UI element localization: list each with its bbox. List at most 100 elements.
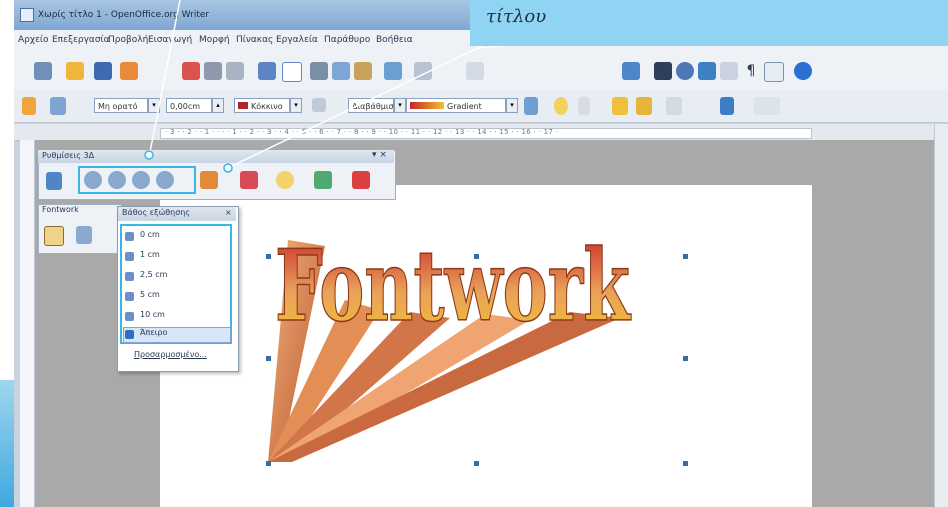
extrusion-toggle-icon[interactable]: [46, 172, 62, 190]
callout-text: τίτλου: [486, 6, 547, 27]
depth-option-icon: [125, 312, 134, 321]
menu-view[interactable]: Προβολή: [108, 35, 148, 45]
ungroup-icon[interactable]: [636, 97, 652, 115]
anchor-hand-icon[interactable]: [22, 97, 36, 115]
selection-handle[interactable]: [266, 254, 271, 259]
depth-option-icon: [125, 252, 134, 261]
depth-option-icon: [125, 232, 134, 241]
depth-icon[interactable]: [200, 171, 218, 189]
undo-icon[interactable]: [414, 62, 432, 80]
format-paintbrush-icon[interactable]: [384, 62, 402, 80]
redo-icon[interactable]: [466, 62, 484, 80]
print-preview-icon[interactable]: [226, 62, 244, 80]
standard-toolbar: ¶: [14, 52, 948, 90]
paste-icon[interactable]: [354, 62, 372, 80]
vertical-ruler: [20, 140, 35, 507]
fontwork-toolbar-title: Fontwork: [42, 205, 79, 214]
vertical-scrollbar[interactable]: [934, 124, 948, 507]
3d-color-icon[interactable]: [352, 171, 370, 189]
alignment-icon[interactable]: [754, 97, 780, 115]
email-icon[interactable]: [120, 62, 138, 80]
new-folder-icon[interactable]: [66, 62, 84, 80]
line-icon[interactable]: [50, 97, 66, 115]
cut-icon[interactable]: [310, 62, 328, 80]
export-pdf-icon[interactable]: [182, 62, 200, 80]
selection-handle[interactable]: [266, 356, 271, 361]
menu-format[interactable]: Μορφή: [199, 35, 230, 45]
zoom-icon[interactable]: [764, 62, 784, 82]
spellcheck-icon[interactable]: [258, 62, 276, 80]
depth-options-highlight: [120, 224, 232, 344]
group-icon[interactable]: [612, 97, 628, 115]
gallery-icon[interactable]: [698, 62, 716, 80]
autospell-icon[interactable]: [282, 62, 302, 82]
ruler-numbers: · 3 · · 2 · · 1 · · · · 1 · · 2 · · 3 · …: [165, 128, 559, 136]
lighting-icon[interactable]: [276, 171, 294, 189]
wrap-icon[interactable]: [666, 97, 682, 115]
depth-option-5cm[interactable]: 5 cm: [140, 290, 160, 299]
help-icon[interactable]: [794, 62, 812, 80]
area-icon[interactable]: [312, 98, 326, 112]
shadow-icon[interactable]: [524, 97, 538, 115]
tilt-buttons-highlight: [78, 166, 196, 194]
anchor-icon[interactable]: [720, 97, 734, 115]
find-replace-icon[interactable]: [654, 62, 672, 80]
copy-icon[interactable]: [332, 62, 350, 80]
line-color-dropdown-arrow[interactable]: ▾: [290, 98, 302, 113]
depth-option-0cm[interactable]: 0 cm: [140, 230, 160, 239]
data-sources-icon[interactable]: [720, 62, 738, 80]
3d-toolbar-title: Ρυθμίσεις 3Δ: [42, 151, 95, 160]
bring-front-icon[interactable]: [578, 97, 590, 115]
decorative-blue-band: [0, 380, 14, 507]
area-style-dropdown-arrow[interactable]: ▾: [394, 98, 406, 113]
fontwork-gallery-icon[interactable]: [44, 226, 64, 246]
navigator-icon[interactable]: [676, 62, 694, 80]
fontwork-object[interactable]: Fontwork: [150, 200, 750, 490]
window-title: Χωρίς τίτλο 1 - OpenOffice.org Writer: [38, 10, 210, 20]
depth-popup-close-button[interactable]: ×: [225, 208, 232, 217]
menu-window[interactable]: Παράθυρο: [324, 35, 370, 45]
menu-edit[interactable]: Επεξεργασία: [52, 35, 110, 45]
print-icon[interactable]: [204, 62, 222, 80]
depth-option-1cm[interactable]: 1 cm: [140, 250, 160, 259]
menu-tools[interactable]: Εργαλεία: [276, 35, 318, 45]
line-width-input[interactable]: 0,00cm: [166, 98, 212, 113]
menu-insert[interactable]: Εισαγωγή: [148, 35, 192, 45]
line-style-dropdown-arrow[interactable]: ▾: [148, 98, 160, 113]
depth-option-custom[interactable]: Προσαρμοσμένο...: [134, 350, 207, 359]
direction-icon[interactable]: [240, 171, 258, 189]
fontwork-text: Fontwork: [275, 229, 631, 344]
area-style-select[interactable]: Διαβάθμιση: [348, 98, 399, 113]
selection-handle[interactable]: [683, 254, 688, 259]
selection-handle[interactable]: [474, 254, 479, 259]
menu-table[interactable]: Πίνακας: [236, 35, 273, 45]
depth-option-10cm[interactable]: 10 cm: [140, 310, 165, 319]
draw-functions-icon[interactable]: [622, 62, 640, 80]
surface-icon[interactable]: [314, 171, 332, 189]
depth-popup-title: Βάθος εξώθησης: [122, 208, 191, 217]
selection-handle[interactable]: [474, 461, 479, 466]
selection-handle[interactable]: [683, 461, 688, 466]
app-icon: [20, 8, 34, 22]
save-icon[interactable]: [94, 62, 112, 80]
open-icon[interactable]: [34, 62, 52, 80]
menu-file[interactable]: Αρχείο: [18, 35, 49, 45]
depth-option-icon: [125, 330, 134, 339]
selection-handle[interactable]: [683, 356, 688, 361]
line-style-select[interactable]: Μη ορατό: [94, 98, 148, 113]
line-color-swatch: [238, 102, 248, 109]
drawing-properties-toolbar: Μη ορατό ▾ 0,00cm ▴ Κόκκινο ▾ Διαβάθμιση…: [14, 90, 948, 123]
3d-toolbar-close-button[interactable]: ▾ ×: [372, 150, 387, 160]
formatting-marks-icon[interactable]: ¶: [742, 62, 760, 80]
gradient-swatch: [410, 102, 444, 109]
depth-option-2-5cm[interactable]: 2,5 cm: [140, 270, 167, 279]
depth-option-infinity[interactable]: Άπειρο: [140, 328, 167, 337]
change-anchor-icon[interactable]: [554, 97, 568, 115]
line-width-stepper[interactable]: ▴: [212, 98, 224, 113]
depth-option-icon: [125, 272, 134, 281]
selection-handle[interactable]: [266, 461, 271, 466]
fontwork-shape-icon[interactable]: [76, 226, 92, 244]
gradient-dropdown-arrow[interactable]: ▾: [506, 98, 518, 113]
depth-option-icon: [125, 292, 134, 301]
menu-help[interactable]: Βοήθεια: [376, 35, 413, 45]
